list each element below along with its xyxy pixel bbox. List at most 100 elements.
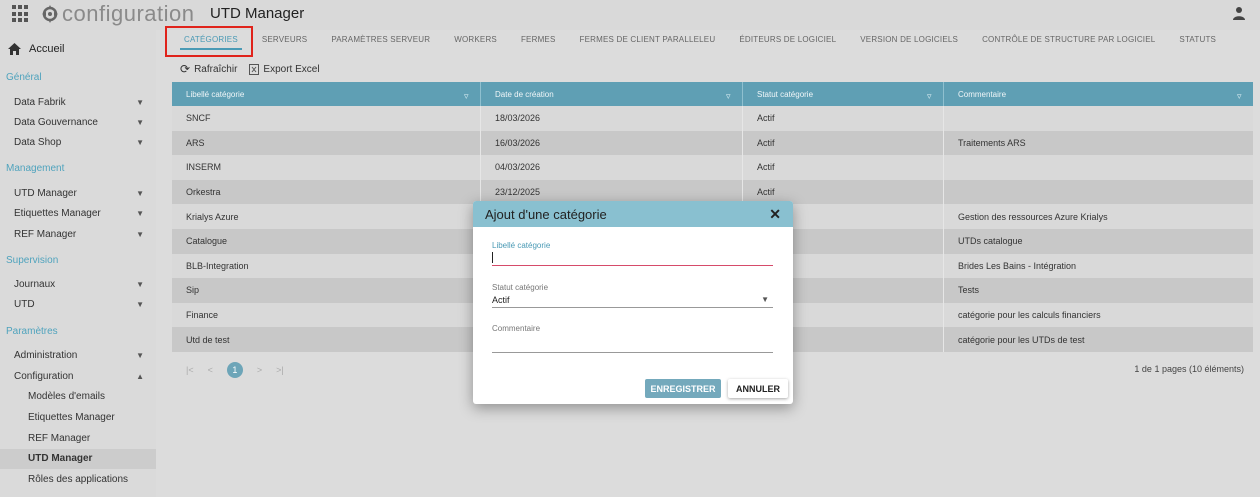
sidebar-subitem-roles-applications[interactable]: Rôles des applications (28, 474, 128, 485)
label-input[interactable] (492, 250, 773, 266)
sidebar-section-parametres: Paramètres (6, 326, 58, 337)
sidebar-item-label: Journaux (14, 279, 56, 290)
user-icon[interactable] (1232, 6, 1246, 20)
pager: |< < 1 > >| (186, 362, 284, 378)
table-row[interactable]: SNCF 18/03/2026 Actif (172, 106, 1253, 131)
tab-fermes[interactable]: FERMES (509, 30, 568, 52)
table-cell: Actif (743, 130, 944, 156)
sidebar-section-management: Management (6, 163, 65, 174)
refresh-button[interactable]: ⟳ Rafraîchir (180, 62, 237, 76)
column-header[interactable]: Commentaire ▿ (944, 82, 1253, 106)
chevron-down-icon: ▼ (136, 189, 144, 198)
table-cell (944, 180, 1253, 205)
sidebar-item-etiquettes-manager[interactable]: Etiquettes Manager ▼ (14, 208, 144, 219)
export-icon (249, 63, 260, 75)
table-cell: SNCF (172, 106, 481, 131)
table-header: Libellé catégorie ▿ Date de création ▿ Sta… (172, 82, 1253, 106)
sidebar-item-data-fabrik[interactable]: Data Fabrik ▼ (14, 97, 144, 108)
tab-statuts[interactable]: STATUTS (1167, 30, 1228, 52)
chevron-down-icon: ▼ (136, 118, 144, 127)
table-cell: catégorie pour les UTDs de test (958, 334, 1085, 345)
table-cell: Actif (743, 155, 944, 180)
filter-icon[interactable]: ▿ (726, 91, 734, 101)
table-cell: Utd de test (172, 327, 481, 352)
sidebar-item-administration[interactable]: Administration ▼ (14, 350, 144, 361)
sidebar-subitem-utd-manager[interactable]: UTD Manager (0, 449, 156, 469)
sidebar-item-home[interactable]: Accueil (8, 43, 64, 55)
tab-controle-structure[interactable]: CONTRÔLE DE STRUCTURE PAR LOGICIEL (970, 30, 1167, 52)
page-number-button[interactable]: 1 (226, 362, 243, 378)
status-field: Statut catégorie Actif ▼ (492, 283, 773, 308)
sidebar-item-configuration[interactable]: Configuration ▲ (14, 371, 144, 382)
tab-workers[interactable]: WORKERS (442, 30, 509, 52)
table-cell: INSERM (172, 155, 481, 180)
sidebar-item-data-gouvernance[interactable]: Data Gouvernance ▼ (14, 117, 144, 128)
sidebar-item-utd-manager[interactable]: UTD Manager ▼ (14, 188, 144, 199)
column-header-label: Statut catégorie (757, 89, 814, 99)
chevron-down-icon: ▼ (136, 230, 144, 239)
save-button[interactable]: ENREGISTRER (645, 379, 721, 398)
table-row[interactable]: INSERM 04/03/2026 Actif (172, 155, 1253, 180)
sidebar-item-ref-manager[interactable]: REF Manager ▼ (14, 229, 144, 240)
sidebar-section-supervision: Supervision (6, 255, 59, 266)
table-cell: Brides Les Bains - Intégration (958, 260, 1077, 271)
status-select[interactable]: Actif ▼ (492, 292, 773, 308)
column-header[interactable]: Date de création ▿ (481, 82, 743, 106)
last-page-icon[interactable]: >| (276, 365, 284, 375)
column-header[interactable]: Statut catégorie ▿ (743, 82, 944, 106)
sidebar-subitem-ref-manager[interactable]: REF Manager (28, 433, 90, 444)
sidebar-item-label: Administration (14, 350, 78, 361)
apps-grid-icon[interactable] (12, 5, 30, 23)
next-page-icon[interactable]: > (257, 365, 262, 375)
sidebar-item-label: Accueil (29, 43, 65, 55)
table-cell: Catalogue (172, 228, 481, 254)
table-row[interactable]: ARS 16/03/2026 Actif Traitements ARS (172, 130, 1253, 156)
sidebar-item-label: UTD (14, 299, 35, 310)
filter-icon[interactable]: ▿ (927, 91, 935, 101)
export-excel-button[interactable]: Export Excel (249, 63, 320, 75)
label-field: Libellé catégorie (492, 241, 773, 266)
chevron-down-icon: ▼ (761, 295, 769, 304)
tab-serveurs[interactable]: SERVEURS (250, 30, 319, 52)
table-cell: Actif (743, 106, 944, 131)
tab-fermes-client-parallele[interactable]: FERMES DE CLIENT PARALLELEU (568, 30, 728, 52)
sidebar-section-general: Général (6, 72, 42, 83)
table-cell: Sip (172, 278, 481, 303)
prev-page-icon[interactable]: < (208, 365, 213, 375)
sidebar-subitem-modeles-emails[interactable]: Modèles d'emails (28, 391, 105, 402)
grid-toolbar: ⟳ Rafraîchir Export Excel (180, 62, 320, 76)
comment-input[interactable] (492, 333, 773, 353)
column-header[interactable]: Libellé catégorie ▿ (172, 82, 481, 106)
table-cell: ARS (172, 130, 481, 156)
refresh-icon: ⟳ (180, 62, 191, 76)
column-header-label: Date de création (495, 89, 554, 99)
highlight-box (165, 26, 253, 57)
first-page-icon[interactable]: |< (186, 365, 194, 375)
table-cell: BLB-Integration (172, 253, 481, 279)
sidebar-item-label: Etiquettes Manager (14, 208, 101, 219)
home-icon (8, 43, 21, 55)
filter-icon[interactable]: ▿ (464, 91, 472, 101)
export-label: Export Excel (263, 63, 320, 75)
tab-bar: CATÉGORIES SERVEURS PARAMÈTRES SERVEUR W… (172, 30, 1228, 52)
sidebar: Accueil Général Data Fabrik ▼ Data Gouver… (0, 30, 156, 497)
filter-icon[interactable]: ▿ (1237, 91, 1245, 101)
pager-info: 1 de 1 pages (10 éléments) (1134, 364, 1244, 374)
sidebar-item-utd[interactable]: UTD ▼ (14, 299, 144, 310)
table-cell: 18/03/2026 (481, 106, 743, 131)
tab-version-logiciels[interactable]: VERSION DE LOGICIELS (848, 30, 970, 52)
chevron-down-icon: ▼ (136, 209, 144, 218)
refresh-label: Rafraîchir (194, 63, 238, 75)
text-caret (492, 252, 493, 263)
sidebar-item-journaux[interactable]: Journaux ▼ (14, 279, 144, 290)
brand-logo-icon (42, 5, 58, 23)
cancel-button[interactable]: ANNULER (728, 379, 788, 398)
tab-parametres-serveur[interactable]: PARAMÈTRES SERVEUR (319, 30, 442, 52)
tab-editeurs-logiciel[interactable]: ÉDITEURS DE LOGICIEL (727, 30, 848, 52)
sidebar-item-label: Configuration (14, 371, 74, 382)
label-field-label: Libellé catégorie (492, 241, 551, 250)
table-cell (944, 106, 1253, 131)
close-icon[interactable]: ✕ (769, 206, 781, 223)
sidebar-subitem-etiquettes-manager[interactable]: Etiquettes Manager (28, 412, 115, 423)
sidebar-item-data-shop[interactable]: Data Shop ▼ (14, 137, 144, 148)
